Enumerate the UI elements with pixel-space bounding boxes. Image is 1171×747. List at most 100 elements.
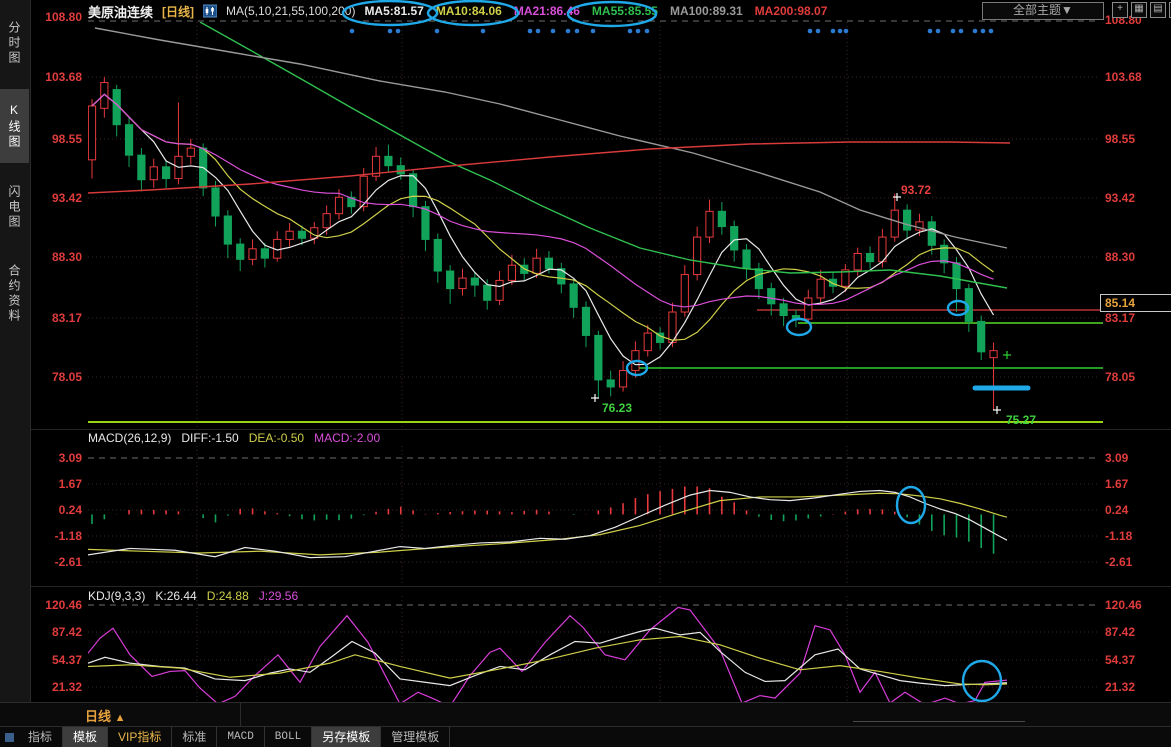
ma-value: MA10:84.06 xyxy=(436,4,502,18)
price-axis-label-left: 88.30 xyxy=(30,250,82,264)
ma-value: MA200:98.07 xyxy=(755,4,828,18)
date-axis-row: 日线 ▲ xyxy=(0,702,1171,727)
price-axis-label-right: 83.17 xyxy=(1105,311,1135,325)
kline-icon[interactable] xyxy=(203,4,217,18)
signal-dot xyxy=(536,29,541,34)
scale-axis-icon[interactable]: ▤ xyxy=(1150,2,1166,18)
macd-axis-label-left: 3.09 xyxy=(30,451,82,465)
chevron-up-icon[interactable]: ▲ xyxy=(115,712,126,724)
bottom-tab-VIP指标[interactable]: VIP指标 xyxy=(108,727,172,747)
price-axis-label-right: 93.42 xyxy=(1105,191,1135,205)
highlight-ellipse xyxy=(787,319,811,335)
kdj-title[interactable]: KDJ(9,3,3) xyxy=(88,589,145,603)
axis-labels-layer: 108.80108.80103.68103.6898.5598.5593.429… xyxy=(0,0,1171,747)
ma-value: MA5:81.57 xyxy=(364,4,423,18)
k-line xyxy=(88,628,1007,685)
sidebar-tab-合约资料[interactable]: 合约资料 xyxy=(0,250,29,338)
left-sidebar: 分时图 K线图闪电图合约资料 xyxy=(0,0,31,702)
signal-dot xyxy=(959,29,964,34)
signal-dot xyxy=(973,29,978,34)
signal-dot xyxy=(936,29,941,34)
signal-dot xyxy=(636,29,641,34)
bottom-tab-MACD[interactable]: MACD xyxy=(217,727,264,747)
signal-dot xyxy=(591,29,596,34)
ma-values: MA5:81.57 MA10:84.06 MA21:86.46 MA55:85.55 M… xyxy=(364,4,827,18)
kdj-d-value: D:24.88 xyxy=(207,589,249,603)
ma5-line xyxy=(92,94,994,364)
crosshair-icon[interactable]: + xyxy=(1112,2,1128,18)
annotations: 76.2393.7275.27 xyxy=(343,1,1036,701)
signal-dot xyxy=(928,29,933,34)
sidebar-tab-K线图[interactable]: K线图 xyxy=(0,89,29,163)
price-axis-label-right: 88.30 xyxy=(1105,250,1135,264)
price-axis-label-left: 93.42 xyxy=(30,191,82,205)
bottom-tab-另存模板[interactable]: 另存模板 xyxy=(312,727,381,747)
bottom-tab-指标[interactable]: 指标 xyxy=(18,727,63,747)
macd-macd-value: MACD:-2.00 xyxy=(314,431,380,445)
signal-dot xyxy=(388,29,393,34)
macd-header: MACD(26,12,9) DIFF:-1.50 DEA:-0.50 MACD:… xyxy=(88,431,380,445)
signal-dot xyxy=(628,29,633,34)
panel-divider[interactable] xyxy=(30,586,1171,587)
signal-dot xyxy=(808,29,813,34)
macd-axis-label-left: 1.67 xyxy=(30,477,82,491)
bottom-tab-管理模板[interactable]: 管理模板 xyxy=(381,727,450,747)
period-tag[interactable]: [日线] xyxy=(162,3,194,20)
price-annotation: 75.27 xyxy=(1006,413,1036,427)
kdj-k-value: K:26.44 xyxy=(155,589,196,603)
period-label[interactable]: 日线 ▲ xyxy=(85,706,126,725)
trading-app-window: 美原油连续 [日线] MA(5,10,21,55,100,200) MA5:81… xyxy=(0,0,1171,747)
macd-dea-value: DEA:-0.50 xyxy=(249,431,304,445)
signal-dot xyxy=(435,29,440,34)
app-corner-icon xyxy=(5,733,14,742)
kdj-axis-label-right: 54.37 xyxy=(1105,653,1135,667)
bottom-tab-模板[interactable]: 模板 xyxy=(63,727,108,747)
last-price-box: 85.14 xyxy=(1100,294,1171,312)
signal-dot xyxy=(575,29,580,34)
macd-axis-label-right: 3.09 xyxy=(1105,451,1128,465)
ma100-line xyxy=(95,28,1007,248)
kdj-axis-label-left: 21.32 xyxy=(30,680,82,694)
candlesticks xyxy=(88,22,1010,410)
price-annotation: 76.23 xyxy=(602,401,632,415)
diff-line xyxy=(88,491,1007,558)
signal-dot xyxy=(816,29,821,34)
signal-dot xyxy=(350,29,355,34)
theme-dropdown[interactable]: 全部主题▼ xyxy=(982,2,1104,20)
highlight-ellipse xyxy=(963,661,1001,701)
panel-divider[interactable] xyxy=(30,429,1171,430)
symbol-name[interactable]: 美原油连续 xyxy=(88,2,153,21)
j-line xyxy=(88,607,1007,706)
macd-title[interactable]: MACD(26,12,9) xyxy=(88,431,171,445)
signal-dot xyxy=(551,29,556,34)
price-axis-label-left: 103.68 xyxy=(30,70,82,84)
scroll-indicator[interactable] xyxy=(853,721,1025,722)
bottom-tab-标准[interactable]: 标准 xyxy=(172,727,217,747)
sidebar-tab-闪电图[interactable]: 闪电图 xyxy=(0,171,29,243)
price-axis-label-right: 98.55 xyxy=(1105,132,1135,146)
signal-dot xyxy=(481,29,486,34)
kdj-axis-label-left: 120.46 xyxy=(30,598,82,612)
ma55-line xyxy=(200,22,1007,288)
ma-value: MA21:86.46 xyxy=(514,4,580,18)
chart-canvas[interactable]: 76.2393.7275.27 xyxy=(0,0,1171,747)
highlight-ellipse xyxy=(627,361,647,375)
signal-dot xyxy=(951,29,956,34)
period-cell[interactable]: 日线 ▲ xyxy=(0,703,241,726)
macd-panel xyxy=(88,486,1007,557)
layout-grid-icon[interactable]: ▦ xyxy=(1131,2,1147,18)
kdj-panel xyxy=(88,607,1007,706)
highlight-ellipse xyxy=(948,301,968,315)
ma200-line xyxy=(88,142,1010,193)
highlight-ellipse xyxy=(897,487,925,523)
ma10-line xyxy=(92,94,994,340)
macd-axis-label-right: -1.18 xyxy=(1105,529,1132,543)
macd-axis-label-right: 0.24 xyxy=(1105,503,1128,517)
price-axis-label-left: 83.17 xyxy=(30,311,82,325)
macd-axis-label-right: 1.67 xyxy=(1105,477,1128,491)
ma-value: MA55:85.55 xyxy=(592,4,658,18)
bottom-tab-BOLL[interactable]: BOLL xyxy=(265,727,312,747)
sidebar-tab-分时图[interactable]: 分时图 xyxy=(0,8,29,78)
kdj-j-value: J:29.56 xyxy=(259,589,298,603)
price-axis-label-left: 78.05 xyxy=(30,370,82,384)
